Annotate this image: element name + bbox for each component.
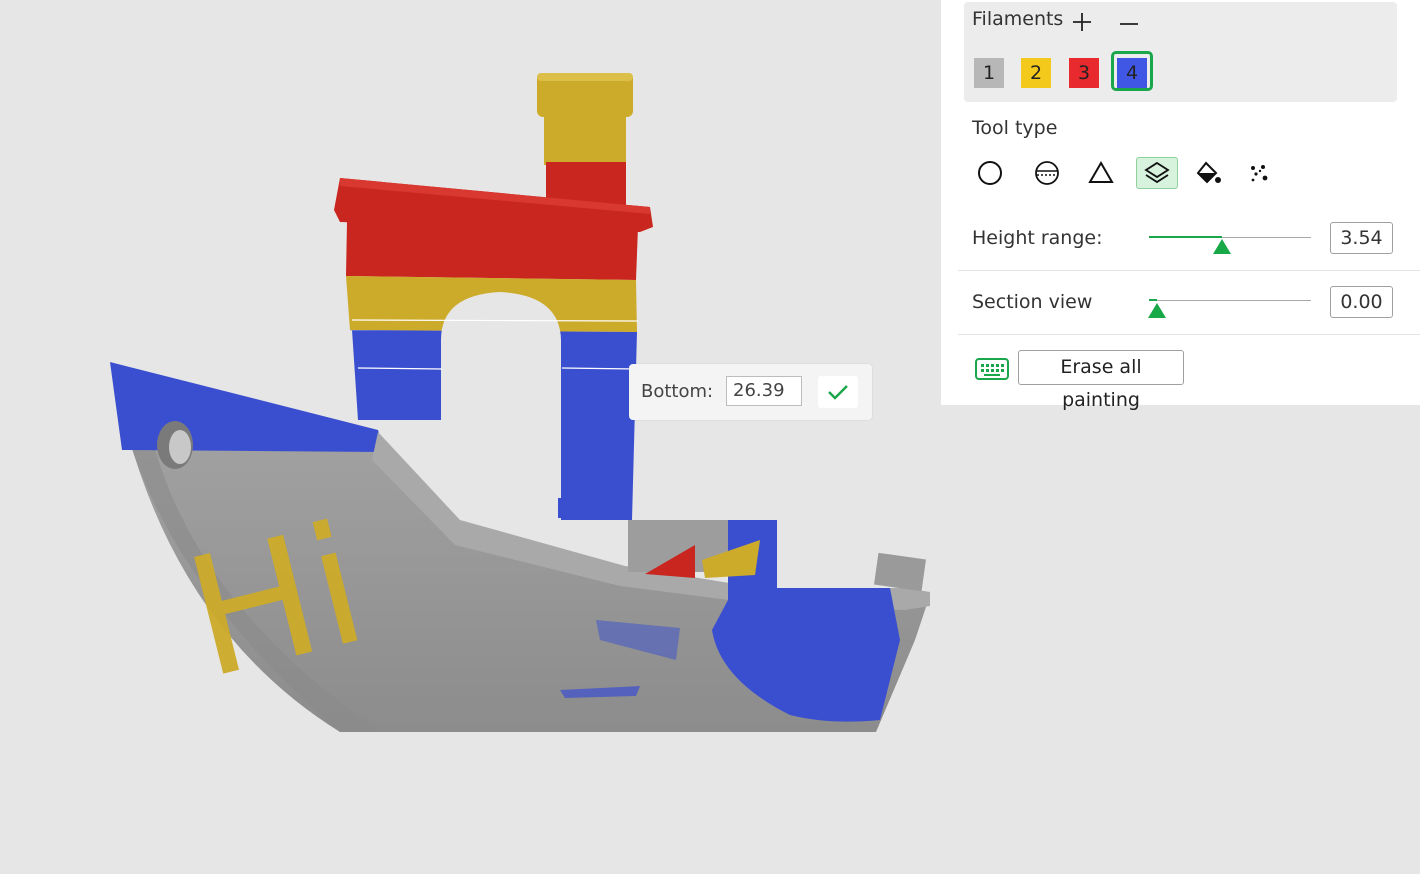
paint-tool-panel: Filaments 1 2 3 4 Tool type Height range… <box>941 0 1420 411</box>
tool-gap-fill[interactable] <box>1240 157 1278 189</box>
sphere-brush-icon <box>1035 161 1059 185</box>
filaments-section: Filaments 1 2 3 4 <box>964 2 1397 102</box>
minus-icon[interactable] <box>1117 10 1141 34</box>
tool-height-range[interactable] <box>1136 157 1178 189</box>
bottom-height-popup: Bottom: 26.39 <box>629 364 872 420</box>
gap-fill-icon <box>1251 165 1268 182</box>
keyboard-icon[interactable] <box>975 358 1009 380</box>
section-view-label: Section view <box>972 291 1093 313</box>
divider <box>958 334 1420 335</box>
tool-type-title: Tool type <box>972 117 1058 139</box>
filament-swatch-4[interactable]: 4 <box>1117 58 1147 88</box>
chimney <box>537 73 633 212</box>
section-view-track <box>1149 300 1311 301</box>
tool-circle-brush[interactable] <box>971 157 1009 189</box>
filaments-title: Filaments <box>972 8 1064 30</box>
triangle-tool-icon <box>1088 161 1114 183</box>
section-view-thumb[interactable] <box>1148 303 1167 318</box>
fill-bucket-icon <box>1196 161 1221 184</box>
filament-swatch-2[interactable]: 2 <box>1021 58 1051 88</box>
plus-icon[interactable] <box>1070 10 1094 34</box>
confirm-button[interactable] <box>818 376 858 408</box>
height-range-fill <box>1149 236 1222 238</box>
tool-sphere-brush[interactable] <box>1028 157 1066 189</box>
bottom-value-input[interactable]: 26.39 <box>726 376 802 406</box>
tool-triangle[interactable] <box>1082 157 1120 189</box>
section-view-fill <box>1149 299 1158 301</box>
tool-fill-bucket[interactable] <box>1189 157 1227 189</box>
height-range-label: Height range: <box>972 227 1103 249</box>
filament-swatch-3[interactable]: 3 <box>1069 58 1099 88</box>
checkmark-icon <box>828 385 848 400</box>
height-range-tool-icon <box>1144 161 1170 184</box>
filament-swatch-1[interactable]: 1 <box>974 58 1004 88</box>
divider <box>958 270 1420 271</box>
height-range-thumb[interactable] <box>1212 239 1231 254</box>
section-view-value[interactable]: 0.00 <box>1330 286 1393 318</box>
bottom-label: Bottom: <box>641 381 714 402</box>
erase-all-painting-button[interactable]: Erase all painting <box>1018 350 1184 411</box>
circle-brush-icon <box>978 161 1002 185</box>
height-range-value[interactable]: 3.54 <box>1330 222 1393 254</box>
